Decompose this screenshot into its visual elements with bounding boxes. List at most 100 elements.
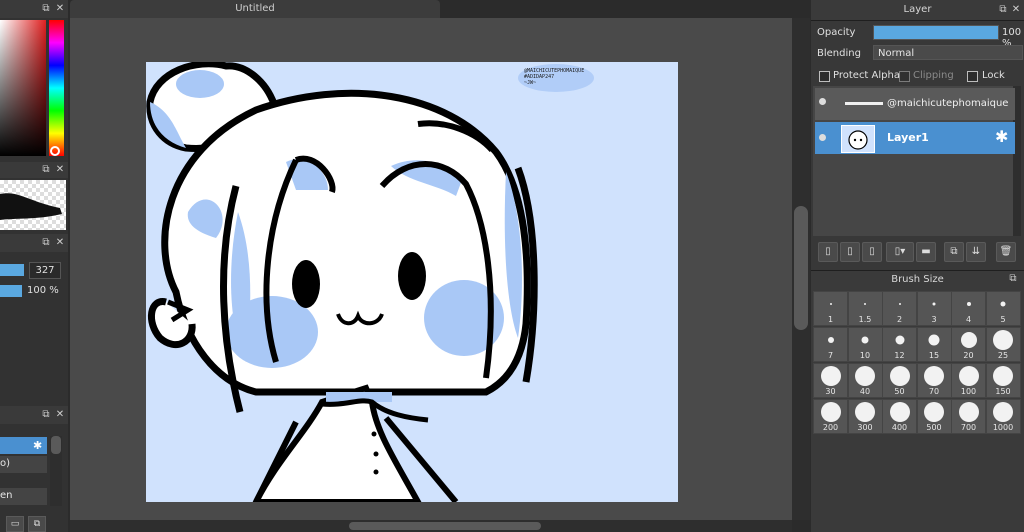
color-sv-square[interactable] [0, 20, 46, 156]
visibility-eye-icon[interactable] [819, 98, 826, 105]
brush-size-40[interactable]: 40 [847, 363, 883, 398]
brush-size-300[interactable]: 300 [847, 399, 883, 434]
layer-stub-label: o) [0, 458, 11, 469]
brush-size-1.5[interactable]: 1.5 [847, 291, 883, 326]
brush-size-label: 1 [827, 315, 834, 324]
new-vector-layer-icon[interactable]: ▯ [840, 242, 860, 262]
brush-size-label: 1.5 [858, 315, 872, 324]
layer-row-layer1[interactable]: Layer1 ✱ [815, 122, 1015, 154]
brush-size-label: 100 [960, 387, 977, 396]
brush-size-25[interactable]: 25 [985, 327, 1021, 362]
folder-icon[interactable]: ▭ [6, 516, 24, 532]
lock-checkbox[interactable] [967, 71, 978, 82]
visibility-eye-icon[interactable] [819, 134, 826, 141]
brush-size-12[interactable]: 12 [882, 327, 917, 362]
scroll-thumb[interactable] [51, 436, 61, 454]
left-layer-row[interactable]: o) [0, 456, 47, 473]
brush-size-dot [889, 402, 910, 422]
duplicate-icon[interactable]: ⧉ [28, 516, 46, 532]
left-layer-selected[interactable]: ✱ [0, 437, 47, 454]
brush-size-label: 30 [825, 387, 836, 396]
layer-row-signature[interactable]: @maichicutephomaique [815, 88, 1015, 120]
close-icon[interactable]: ✕ [1010, 4, 1022, 16]
opacity-slider[interactable] [873, 25, 999, 40]
popout-icon[interactable]: ⧉ [40, 3, 52, 15]
clipping-checkbox[interactable] [899, 71, 910, 82]
brush-size-label: 500 [926, 423, 942, 432]
brush-size-dot [820, 402, 841, 422]
merge-down-icon[interactable]: ⇊ [966, 242, 986, 262]
brush-size-200[interactable]: 200 [813, 399, 848, 434]
protect-alpha-label: Protect Alpha [833, 70, 900, 81]
document-tab[interactable]: Untitled [70, 0, 440, 18]
add-layer-dropdown-icon[interactable]: ▯▾ [886, 242, 914, 262]
brush-size-3[interactable]: 3 [916, 291, 952, 326]
duplicate-icon[interactable]: ⧉ [944, 242, 964, 262]
left-panel-column: ⧉ ✕ ⧉ ✕ ⧉ ✕ 327 100 % ⧉ ✕ ✱ o) en ▭ ⧉ [0, 0, 68, 532]
brush-size-label: 400 [891, 423, 908, 432]
artwork-canvas[interactable]: @MAICHICUTEPHOMAIQUE #ADIDAP247 ~JW~ [146, 62, 678, 502]
close-icon[interactable]: ✕ [54, 237, 66, 249]
brush-size-100[interactable]: 100 [951, 363, 986, 398]
brush-size-label: 40 [859, 387, 871, 396]
brush-size-dot [855, 402, 875, 422]
thumbnail-stroke [845, 102, 883, 105]
brush-size-4[interactable]: 4 [951, 291, 986, 326]
folder-icon[interactable]: ▬ [916, 242, 936, 262]
protect-alpha-checkbox[interactable] [819, 71, 830, 82]
brush-size-700[interactable]: 700 [951, 399, 986, 434]
brush-size-5[interactable]: 5 [985, 291, 1021, 326]
brush-size-50[interactable]: 50 [882, 363, 917, 398]
brush-size-1000[interactable]: 1000 [985, 399, 1021, 434]
brush-size-150[interactable]: 150 [985, 363, 1021, 398]
trash-icon[interactable]: 🗑 [996, 242, 1016, 262]
brush-size-15[interactable]: 15 [916, 327, 952, 362]
horizontal-scroll-thumb[interactable] [349, 522, 541, 530]
opacity-label: Opacity [817, 27, 856, 38]
hue-slider[interactable] [49, 20, 64, 156]
opacity-slider-fill [874, 26, 998, 39]
close-icon[interactable]: ✕ [54, 409, 66, 421]
brush-size-dot [993, 366, 1013, 386]
brush-size-dot [861, 336, 869, 344]
size-value-field[interactable]: 327 [29, 262, 61, 279]
brush-size-dot [864, 303, 866, 305]
blending-select[interactable]: Normal [873, 45, 1023, 60]
left-layer-scrollbar[interactable] [50, 436, 62, 506]
new-halftone-layer-icon[interactable]: ▯ [862, 242, 882, 262]
brush-size-70[interactable]: 70 [916, 363, 952, 398]
popout-icon[interactable]: ⧉ [997, 4, 1009, 16]
brush-size-label: 300 [857, 423, 873, 432]
gear-icon[interactable]: ✱ [995, 127, 1008, 146]
brush-size-label: 150 [995, 387, 1011, 396]
brush-size-10[interactable]: 10 [847, 327, 883, 362]
left-layer-row[interactable]: en [0, 488, 47, 505]
gear-icon[interactable]: ✱ [33, 439, 42, 452]
brush-size-7[interactable]: 7 [813, 327, 848, 362]
brush-size-dot [958, 366, 979, 386]
brush-size-label: 50 [894, 387, 905, 396]
vertical-scroll-thumb[interactable] [794, 206, 808, 330]
close-icon[interactable]: ✕ [54, 3, 66, 15]
brush-size-1[interactable]: 1 [813, 291, 848, 326]
brush-size-20[interactable]: 20 [951, 327, 986, 362]
brush-size-label: 1000 [992, 423, 1014, 432]
brush-size-400[interactable]: 400 [882, 399, 917, 434]
popout-icon[interactable]: ⧉ [40, 237, 52, 249]
popout-icon[interactable]: ⧉ [1007, 273, 1019, 285]
brush-size-label: 700 [960, 423, 977, 432]
hue-cursor[interactable] [50, 146, 60, 156]
brush-size-2[interactable]: 2 [882, 291, 917, 326]
opacity-slider-fill[interactable] [0, 285, 22, 297]
new-layer-icon[interactable]: ▯ [818, 242, 838, 262]
close-icon[interactable]: ✕ [54, 164, 66, 176]
popout-icon[interactable]: ⧉ [40, 409, 52, 421]
size-slider-fill[interactable] [0, 264, 24, 276]
brush-size-30[interactable]: 30 [813, 363, 848, 398]
layer-name: Layer1 [887, 131, 929, 144]
brush-preview-header: ⧉ ✕ [0, 162, 68, 178]
brush-size-500[interactable]: 500 [916, 399, 952, 434]
popout-icon[interactable]: ⧉ [40, 164, 52, 176]
layer-name: @maichicutephomaique [887, 98, 1009, 109]
watermark-text: @MAICHICUTEPHOMAIQUE #ADIDAP247 ~JW~ [524, 68, 594, 86]
